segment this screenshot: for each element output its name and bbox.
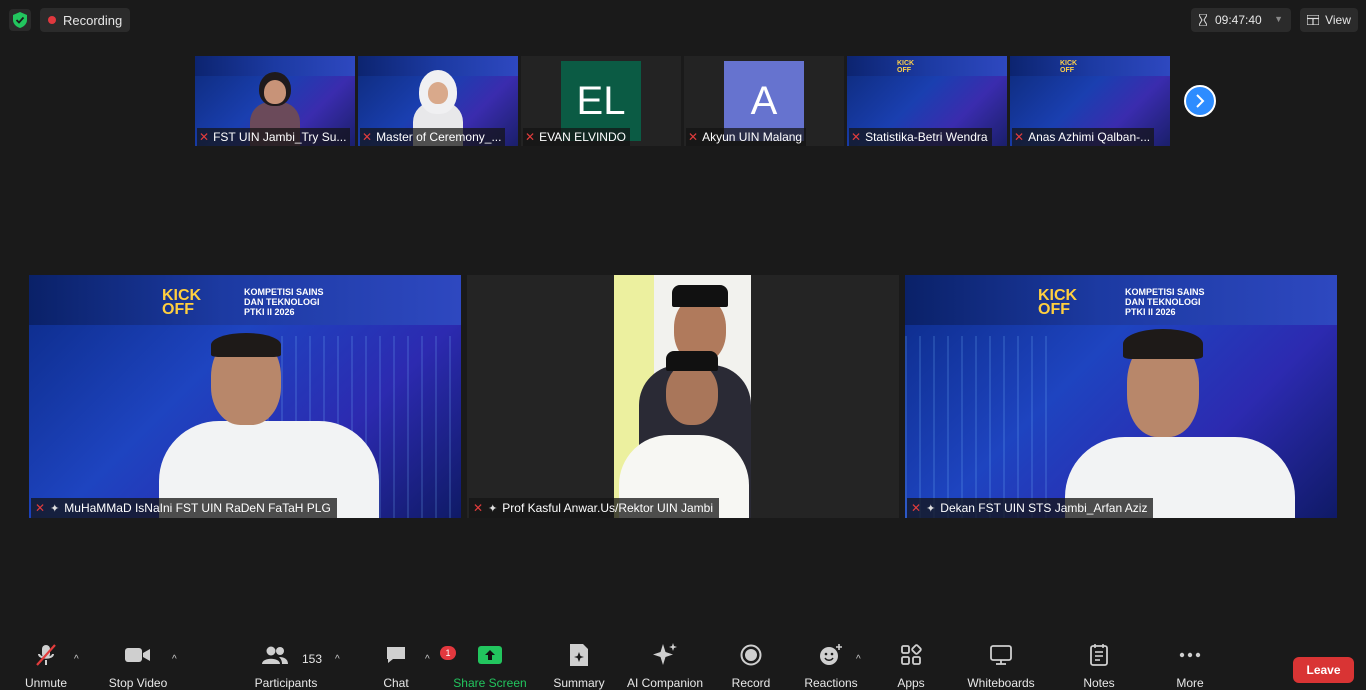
- stop-video-button[interactable]: Stop Video: [88, 640, 188, 690]
- participant-name-label: ✕ ✦ MuHaMMaD IsNaIni FST UIN RaDeN FaTaH…: [31, 498, 337, 518]
- ai-companion-button[interactable]: AI Companion: [615, 640, 715, 690]
- audio-options-caret[interactable]: ^: [74, 654, 79, 665]
- video-tile[interactable]: ✕ ✦ Prof Kasful Anwar.Us/Rektor UIN Jamb…: [467, 275, 899, 518]
- participant-video: [614, 275, 751, 518]
- mic-off-icon: ✕: [35, 501, 46, 515]
- banner-kick-off: KICK OFF: [1038, 287, 1078, 318]
- participant-name-label: ✕ ✦ Prof Kasful Anwar.Us/Rektor UIN Jamb…: [469, 498, 720, 518]
- whiteboard-icon: [990, 645, 1012, 665]
- video-tile[interactable]: KICK OFF KOMPETISI SAINS DAN TEKNOLOGI PTKI…: [905, 275, 1337, 518]
- more-button[interactable]: More: [1140, 640, 1240, 690]
- banner-kick-off: KICK OFF: [162, 287, 202, 318]
- summary-button[interactable]: Summary: [529, 640, 629, 690]
- participant-strip: ✕ FST UIN Jambi_Try Su... ✕ Master of Ce…: [195, 56, 1170, 146]
- recording-dot-icon: [48, 16, 56, 24]
- mic-off-icon: ✕: [1014, 130, 1025, 144]
- participant-thumbnail[interactable]: KICK OFF ✕ Statistika-Betri Wendra: [847, 56, 1007, 146]
- participant-thumbnail[interactable]: ✕ FST UIN Jambi_Try Su...: [195, 56, 355, 146]
- pin-icon: ✦: [926, 502, 936, 515]
- notes-button[interactable]: Notes: [1049, 640, 1149, 690]
- apps-button[interactable]: Apps: [861, 640, 961, 690]
- grid-view-icon: [1307, 15, 1320, 25]
- meeting-toolbar: Unmute ^ Stop Video ^ Participants 153 ^…: [0, 640, 1366, 690]
- banner-title: KOMPETISI SAINS DAN TEKNOLOGI PTKI II 2026: [1125, 287, 1205, 317]
- pin-icon: ✦: [50, 502, 60, 515]
- participant-video: [1045, 327, 1305, 518]
- mic-off-icon: ✕: [199, 130, 210, 144]
- video-tile[interactable]: KICK OFF KOMPETISI SAINS DAN TEKNOLOGI PTKI…: [29, 275, 461, 518]
- chat-options-caret[interactable]: ^: [425, 654, 430, 665]
- participants-count: 153: [302, 652, 323, 666]
- participants-options-caret[interactable]: ^: [335, 654, 340, 665]
- video-options-caret[interactable]: ^: [172, 654, 177, 665]
- participant-thumbnail[interactable]: ✕ Master of Ceremony_...: [358, 56, 518, 146]
- participant-video: [149, 331, 389, 518]
- reactions-icon: [820, 644, 842, 665]
- mic-off-icon: ✕: [525, 130, 536, 144]
- mic-muted-icon: [36, 644, 56, 666]
- timer-text: 09:47:40: [1215, 13, 1262, 27]
- hourglass-icon: [1199, 14, 1207, 26]
- leave-button[interactable]: Leave: [1293, 657, 1354, 683]
- chevron-right-icon: [1196, 94, 1205, 108]
- recording-label: Recording: [63, 12, 123, 28]
- mic-off-icon: ✕: [473, 501, 484, 515]
- participant-name-label: ✕ FST UIN Jambi_Try Su...: [197, 128, 351, 146]
- participant-thumbnail[interactable]: EL ✕ EVAN ELVINDO: [521, 56, 681, 146]
- participant-name-label: ✕ ✦ Dekan FST UIN STS Jambi_Arfan Aziz: [907, 498, 1154, 518]
- participant-thumbnail[interactable]: A ✕ Akyun UIN Malang: [684, 56, 844, 146]
- mic-off-icon: ✕: [362, 130, 373, 144]
- sparkle-icon: [653, 643, 677, 665]
- whiteboards-button[interactable]: Whiteboards: [951, 640, 1051, 690]
- apps-icon: [901, 644, 922, 665]
- share-screen-icon: [478, 646, 502, 664]
- pin-icon: ✦: [488, 502, 498, 515]
- reactions-options-caret[interactable]: ^: [856, 654, 861, 665]
- participant-name-label: ✕ Statistika-Betri Wendra: [849, 128, 992, 146]
- chat-button[interactable]: 1 Chat: [346, 640, 456, 690]
- notes-icon: [1090, 644, 1108, 666]
- share-screen-button[interactable]: Share Screen: [440, 640, 540, 690]
- participant-name-label: ✕ EVAN ELVINDO: [523, 128, 630, 146]
- summary-icon: [570, 644, 588, 666]
- recording-indicator[interactable]: Recording: [40, 8, 131, 32]
- mic-off-icon: ✕: [911, 501, 922, 515]
- chat-icon: [387, 647, 405, 663]
- participant-thumbnail[interactable]: KICK OFF ✕ Anas Azhimi Qalban-...: [1010, 56, 1170, 146]
- meeting-timer[interactable]: 09:47:40 ▼: [1191, 8, 1291, 32]
- record-icon: [740, 644, 762, 666]
- view-button[interactable]: View: [1300, 8, 1358, 32]
- mic-off-icon: ✕: [688, 130, 699, 144]
- participant-name-label: ✕ Master of Ceremony_...: [360, 128, 506, 146]
- view-label: View: [1325, 13, 1351, 27]
- participants-icon: [262, 646, 288, 664]
- participant-name-label: ✕ Akyun UIN Malang: [686, 128, 807, 146]
- chevron-down-icon: ▼: [1274, 14, 1283, 24]
- security-shield-icon[interactable]: [9, 9, 31, 31]
- video-camera-icon: [125, 648, 150, 662]
- participant-name-label: ✕ Anas Azhimi Qalban-...: [1012, 128, 1155, 146]
- more-dots-icon: [1179, 652, 1201, 658]
- next-page-button[interactable]: [1184, 85, 1216, 117]
- banner-title: KOMPETISI SAINS DAN TEKNOLOGI PTKI II 2026: [244, 287, 324, 317]
- mic-off-icon: ✕: [851, 130, 862, 144]
- unmute-button[interactable]: Unmute: [0, 640, 96, 690]
